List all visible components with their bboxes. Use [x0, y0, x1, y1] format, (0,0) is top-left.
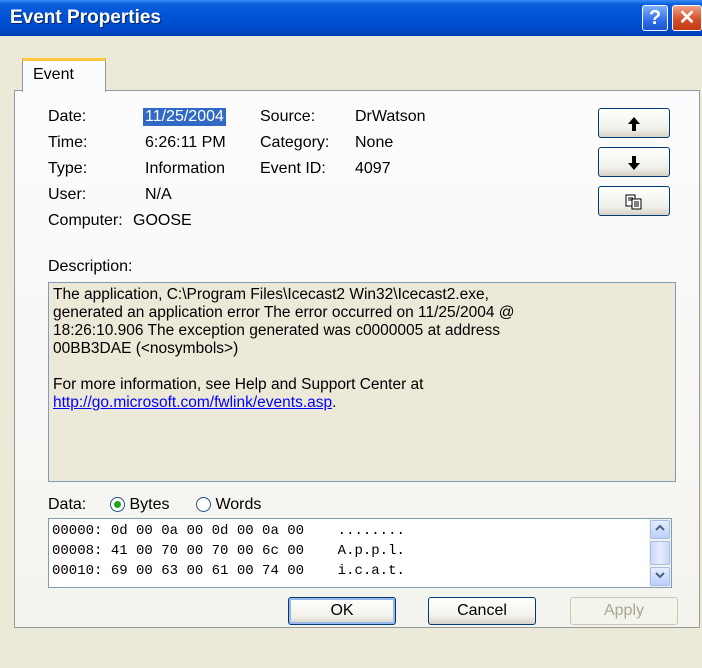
copy-to-clipboard-button[interactable]: [598, 186, 670, 216]
help-icon: ?: [648, 7, 662, 29]
hex-row: 00008: 41 00 70 00 70 00 6c 00 A.p.p.l.: [52, 543, 405, 559]
category-label: Category:: [260, 134, 330, 151]
scroll-up-button[interactable]: [650, 520, 670, 539]
copy-icon: [625, 194, 642, 209]
description-text[interactable]: The application, C:\Program Files\Icecas…: [48, 282, 676, 482]
computer-value[interactable]: GOOSE: [133, 212, 192, 230]
bytes-option[interactable]: Bytes: [110, 496, 169, 514]
hex-bytes: 0d 00 0a 00 0d 00 0a 00: [110, 523, 305, 539]
description-line: generated an application error The error…: [53, 304, 515, 321]
help-center-text: For more information, see Help and Suppo…: [53, 376, 424, 393]
words-radio[interactable]: [196, 497, 211, 513]
close-icon: ✕: [678, 7, 696, 29]
hex-bytes: 69 00 63 00 61 00 74 00: [110, 563, 305, 579]
hex-offset: 00000:: [52, 523, 103, 539]
user-label: User:: [48, 186, 87, 203]
previous-event-button[interactable]: [598, 108, 670, 138]
vertical-scrollbar[interactable]: [649, 519, 671, 587]
source-value[interactable]: DrWatson: [355, 108, 426, 126]
chevron-up-icon: [655, 524, 665, 531]
hex-row: 00000: 0d 00 0a 00 0d 00 0a 00 ........: [52, 523, 405, 539]
cancel-button[interactable]: Cancel: [428, 597, 536, 625]
chevron-down-icon: [655, 572, 665, 579]
bytes-label: Bytes: [129, 496, 170, 513]
eventid-label: Event ID:: [260, 160, 326, 177]
down-arrow-icon: [628, 155, 640, 170]
date-label: Date:: [48, 108, 87, 125]
hex-offset: 00010:: [52, 563, 103, 579]
words-option[interactable]: Words: [196, 496, 261, 514]
close-button[interactable]: ✕: [672, 5, 702, 31]
description-label: Description:: [48, 258, 133, 275]
scroll-down-button[interactable]: [650, 567, 670, 586]
apply-button: Apply: [570, 597, 678, 625]
description-line: 00BB3DAE (<nosymbols>): [53, 340, 239, 357]
help-button[interactable]: ?: [642, 5, 668, 31]
words-label: Words: [215, 496, 262, 513]
eventid-value[interactable]: 4097: [355, 160, 391, 178]
data-hex-view[interactable]: 00000: 0d 00 0a 00 0d 00 0a 00 ........ …: [48, 518, 672, 588]
scroll-thumb[interactable]: [650, 541, 670, 565]
category-value[interactable]: None: [355, 134, 393, 152]
window-title: Event Properties: [10, 7, 161, 28]
link-suffix: .: [332, 394, 337, 411]
time-label: Time:: [48, 134, 88, 151]
data-label: Data:: [48, 496, 87, 513]
computer-label: Computer:: [48, 212, 123, 229]
hex-ascii: ........: [337, 523, 405, 539]
ok-button[interactable]: OK: [288, 597, 396, 625]
type-value[interactable]: Information: [145, 160, 225, 178]
title-bar[interactable]: Event Properties ? ✕: [0, 0, 702, 36]
date-value[interactable]: 11/25/2004: [143, 108, 226, 126]
help-center-link[interactable]: http://go.microsoft.com/fwlink/events.as…: [53, 394, 332, 411]
hex-ascii: A.p.p.l.: [337, 543, 405, 559]
source-label: Source:: [260, 108, 316, 125]
hex-ascii: i.c.a.t.: [337, 563, 405, 579]
type-label: Type:: [48, 160, 88, 177]
up-arrow-icon: [628, 116, 640, 131]
description-line: The application, C:\Program Files\Icecas…: [53, 286, 489, 303]
description-line: 18:26:10.906 The exception generated was…: [53, 322, 500, 339]
bytes-radio[interactable]: [110, 497, 125, 513]
hex-offset: 00008:: [52, 543, 103, 559]
time-value[interactable]: 6:26:11 PM: [145, 134, 226, 152]
user-value[interactable]: N/A: [145, 186, 172, 204]
hex-row: 00010: 69 00 63 00 61 00 74 00 i.c.a.t.: [52, 563, 405, 579]
hex-bytes: 41 00 70 00 70 00 6c 00: [110, 543, 305, 559]
tab-event[interactable]: Event: [22, 58, 106, 92]
next-event-button[interactable]: [598, 147, 670, 177]
